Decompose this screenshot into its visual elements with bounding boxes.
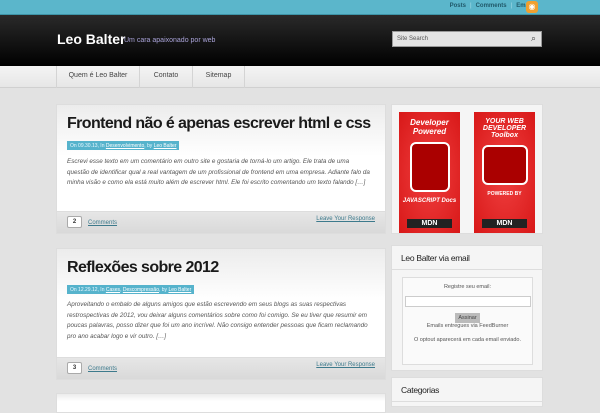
- post-meta: On 09.30.13, In Desenvolvimento, by Leo …: [67, 141, 180, 150]
- post-card: Reflexões sobre 2012 On 12.29.12, In Cas…: [56, 248, 386, 380]
- optout-note: O optout aparecerá em cada email enviado…: [413, 337, 521, 343]
- comment-count-icon[interactable]: 2: [67, 216, 82, 228]
- category-link[interactable]: Cases: [106, 287, 120, 293]
- posts-link[interactable]: Posts: [450, 3, 466, 9]
- leave-response-link[interactable]: Leave Your Response: [316, 362, 375, 368]
- ad-headline: YOUR WEB DEVELOPER Toolbox: [482, 118, 527, 139]
- ad-subtitle: JAVASCRIPT Docs: [402, 198, 457, 204]
- post-meta: On 12.29.12, In Cases, Descompressão, by…: [67, 285, 195, 294]
- top-links: Posts| Comments| Email|: [450, 3, 538, 9]
- ads-widget: Developer Powered JAVASCRIPT Docs MDN YO…: [391, 104, 543, 234]
- toolbox-illustration: [481, 145, 528, 185]
- search-placeholder: Site Search: [397, 36, 429, 42]
- subscribe-button[interactable]: Assinar: [455, 313, 480, 323]
- post-date: On 09.30.13, In: [70, 143, 105, 149]
- ad-subtitle: POWERED BY: [487, 191, 522, 197]
- separator: |: [510, 3, 513, 9]
- email-input[interactable]: [404, 296, 531, 307]
- mdn-ad-banner[interactable]: YOUR WEB DEVELOPER Toolbox POWERED BY MD…: [474, 112, 535, 233]
- widget-title: Categorias: [392, 378, 542, 402]
- by-label: , by: [144, 143, 153, 149]
- ad-headline: Developer Powered: [410, 118, 449, 136]
- separator: |: [469, 3, 472, 9]
- post-card: [56, 393, 386, 413]
- post-footer: 3 Comments Leave Your Response: [57, 357, 385, 379]
- comments-link[interactable]: Comments: [476, 3, 507, 9]
- comments-link[interactable]: Comments: [88, 366, 117, 372]
- search-input[interactable]: Site Search ⌕: [392, 31, 542, 47]
- feedburner-note: Emails entregues via FeedBurner: [426, 323, 509, 329]
- mdn-ad-banner[interactable]: Developer Powered JAVASCRIPT Docs MDN: [399, 112, 460, 233]
- dragon-illustration: [409, 142, 450, 192]
- comment-count-icon[interactable]: 3: [67, 362, 82, 374]
- post-footer: 2 Comments Leave Your Response: [57, 211, 385, 233]
- search-icon[interactable]: ⌕: [531, 33, 536, 44]
- category-link[interactable]: Desenvolvimento: [106, 143, 144, 149]
- post-title[interactable]: Reflexões sobre 2012: [67, 259, 219, 277]
- post-excerpt: Escrevi esse texto em um comentário em o…: [67, 158, 370, 186]
- post-card: Frontend não é apenas escrever html e cs…: [56, 104, 386, 234]
- top-bar: Posts| Comments| Email| ◉: [0, 0, 600, 15]
- subscribe-form: Registre seu email: Assinar Emails entre…: [402, 277, 533, 365]
- widget-title: Leo Balter via email: [392, 246, 542, 270]
- by-label: , by: [158, 287, 168, 293]
- main-nav: Quem é Leo Balter Contato Sitemap: [0, 66, 600, 88]
- leave-response-link[interactable]: Leave Your Response: [316, 216, 375, 222]
- post-title[interactable]: Frontend não é apenas escrever html e cs…: [67, 115, 371, 133]
- category-link[interactable]: Descompressão: [123, 287, 159, 293]
- mdn-logo: MDN: [482, 219, 527, 228]
- author-link[interactable]: Leo Balter: [154, 143, 177, 149]
- author-link[interactable]: Leo Balter: [168, 287, 191, 293]
- post-excerpt: Aproveitando o embalo de alguns amigos q…: [67, 301, 368, 340]
- rss-icon[interactable]: ◉: [526, 1, 538, 13]
- nav-item-contact[interactable]: Contato: [139, 66, 192, 88]
- nav-item-about[interactable]: Quem é Leo Balter: [56, 66, 139, 88]
- site-title[interactable]: Leo Balter: [57, 31, 125, 47]
- site-tagline: Um cara apaixonado por web: [124, 37, 216, 44]
- nav-item-sitemap[interactable]: Sitemap: [192, 66, 245, 88]
- comments-link[interactable]: Comments: [88, 220, 117, 226]
- email-label: Registre seu email:: [443, 284, 492, 290]
- categories-widget: Categorias: [391, 377, 543, 407]
- email-widget: Leo Balter via email Registre seu email:…: [391, 245, 543, 371]
- mdn-logo: MDN: [407, 219, 452, 228]
- post-date: On 12.29.12, In: [70, 287, 105, 293]
